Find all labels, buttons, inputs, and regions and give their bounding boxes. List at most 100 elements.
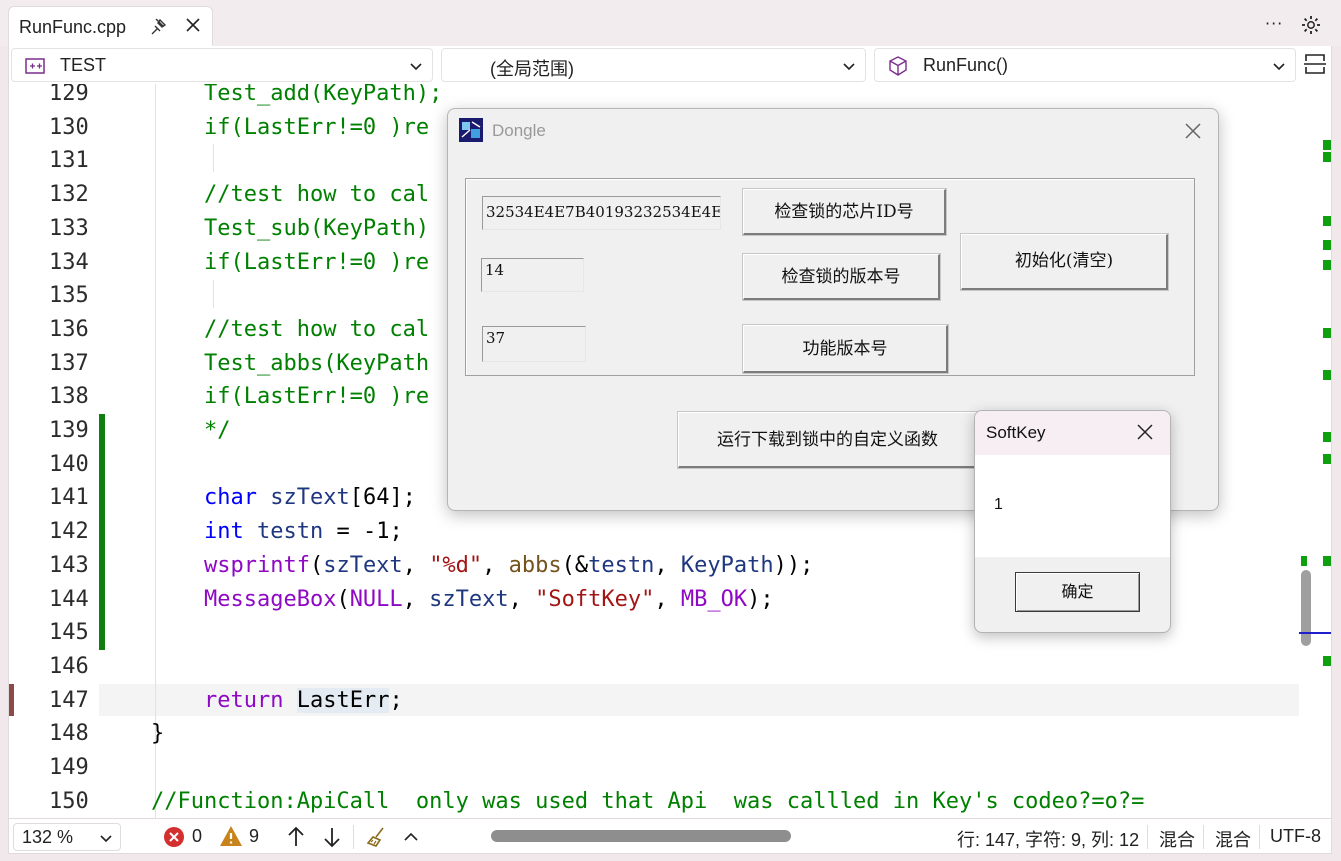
project-label: TEST [60, 55, 107, 75]
code-text[interactable]: if(LastErr!=0 )re [151, 246, 429, 280]
line-number: 136 [49, 316, 89, 342]
member-combo[interactable]: RunFunc() [874, 48, 1296, 82]
code-line[interactable]: 149 [9, 751, 1309, 785]
line-number: 139 [49, 418, 89, 443]
code-text[interactable]: char szText[64]; [151, 481, 416, 515]
line-number: 144 [49, 586, 89, 612]
scope-combo[interactable]: (全局范围) [441, 48, 866, 82]
cursor-position[interactable]: 行: 147, 字符: 9, 列: 12 [957, 826, 1139, 852]
code-line[interactable]: 150 //Function:ApiCall only was used that… [9, 785, 1309, 818]
code-text[interactable]: MessageBox(NULL, szText, "SoftKey", MB_O… [151, 583, 774, 617]
dialog-title: Dongle [492, 121, 546, 140]
func-version-button[interactable]: 功能版本号 [742, 324, 949, 374]
init-clear-button[interactable]: 初始化(清空) [960, 233, 1169, 291]
version-field[interactable]: 14 [481, 258, 584, 292]
code-text[interactable]: wsprintf(szText, "%d", abbs(&testn, KeyP… [151, 549, 813, 583]
line-number: 143 [49, 552, 89, 578]
line-number: 132 [49, 182, 89, 208]
separator [353, 825, 354, 849]
close-icon[interactable] [1183, 121, 1203, 141]
chevron-down-icon [410, 63, 422, 71]
close-icon[interactable] [183, 15, 203, 35]
line-number: 130 [49, 114, 89, 140]
code-text[interactable]: //test how to cal [151, 178, 429, 212]
line-number: 145 [49, 620, 89, 646]
code-text[interactable]: if(LastErr!=0 )re [151, 111, 429, 145]
chevron-up-icon[interactable] [401, 827, 421, 847]
line-number: 142 [49, 519, 89, 545]
check-version-button[interactable]: 检查锁的版本号 [742, 253, 941, 301]
line-number: 129 [49, 84, 89, 106]
code-text[interactable]: Test_sub(KeyPath) [151, 212, 429, 246]
messagebox-title: SoftKey [986, 423, 1046, 442]
indent-mode[interactable]: 混合 [1215, 826, 1251, 852]
check-chip-id-button[interactable]: 检查锁的芯片ID号 [742, 188, 947, 236]
messagebox-body: 1 [975, 455, 1170, 557]
messagebox-text: 1 [994, 496, 1003, 513]
func-version-field[interactable]: 37 [482, 326, 586, 362]
code-text[interactable]: //test how to cal [151, 313, 429, 347]
code-text[interactable]: return LastErr; [151, 684, 403, 718]
code-text[interactable]: */ [151, 414, 231, 448]
code-text[interactable]: int testn = -1; [151, 515, 403, 549]
code-line[interactable]: 148} [9, 717, 1309, 751]
arrow-down-icon[interactable] [321, 825, 343, 849]
overview-marker [1323, 260, 1331, 270]
tab-runfunc[interactable]: RunFunc.cpp [8, 6, 213, 46]
scope-label: (全局范围) [490, 59, 574, 79]
chip-id-field[interactable]: 32534E4E7B40193232534E4E7B [482, 196, 721, 230]
code-text[interactable]: //Function:ApiCall only was used that Ap… [151, 785, 1144, 818]
code-text[interactable]: } [151, 717, 164, 751]
error-count: 0 [192, 826, 203, 846]
ok-button[interactable]: 确定 [1015, 572, 1140, 612]
overview-marker [1323, 656, 1331, 666]
pin-icon[interactable] [149, 16, 169, 36]
method-cube-icon [889, 56, 907, 76]
member-label: RunFunc() [923, 55, 1009, 75]
arrow-up-icon[interactable] [285, 825, 307, 849]
chevron-down-icon [843, 63, 855, 71]
horizontal-scrollbar-thumb[interactable] [491, 830, 791, 842]
chevron-down-icon [100, 835, 112, 843]
overview-marker [1323, 328, 1331, 338]
app-icon [459, 118, 483, 142]
warning-icon[interactable] [219, 825, 243, 847]
code-text[interactable]: Test_add(KeyPath); [151, 84, 442, 111]
vertical-scrollbar-thumb[interactable] [1301, 570, 1311, 646]
gear-icon[interactable] [1300, 14, 1322, 36]
project-combo[interactable]: TEST [11, 48, 433, 82]
line-ending-mode[interactable]: 混合 [1159, 826, 1195, 852]
line-number: 149 [49, 755, 89, 780]
line-number: 150 [49, 788, 89, 814]
caret-position-marker [1299, 632, 1331, 634]
overview-marker [1323, 370, 1331, 380]
brush-cleanup-icon[interactable] [365, 825, 389, 849]
overview-marker [1323, 216, 1331, 226]
zoom-dropdown[interactable]: 132 % [13, 823, 121, 851]
overview-marker [1323, 140, 1331, 150]
chevron-down-icon [1273, 63, 1285, 71]
messagebox-titlebar: SoftKey [975, 411, 1170, 455]
run-custom-function-button[interactable]: 运行下载到锁中的自定义函数 [677, 411, 979, 469]
line-number: 141 [49, 485, 89, 511]
project-icon [25, 58, 45, 74]
close-icon[interactable] [1135, 422, 1155, 442]
overview-marker [1323, 152, 1331, 162]
code-line[interactable]: 147 return LastErr; [9, 684, 1309, 718]
code-line[interactable]: 129 Test_add(KeyPath); [9, 84, 1309, 111]
separator [1259, 825, 1260, 849]
more-options-icon[interactable]: ··· [1265, 14, 1283, 33]
code-line[interactable]: 146 [9, 650, 1309, 684]
overview-marker [1323, 454, 1331, 464]
error-icon[interactable] [163, 826, 185, 848]
split-window-icon[interactable] [1301, 50, 1329, 78]
line-number: 146 [49, 653, 89, 679]
line-number: 140 [49, 451, 89, 477]
overview-marker [1323, 556, 1331, 566]
line-number: 133 [49, 215, 89, 241]
code-text[interactable]: Test_abbs(KeyPath [151, 347, 429, 381]
line-number: 135 [49, 283, 89, 309]
overview-marker [1301, 556, 1307, 566]
encoding[interactable]: UTF-8 [1270, 826, 1321, 847]
code-text[interactable]: if(LastErr!=0 )re [151, 380, 429, 414]
